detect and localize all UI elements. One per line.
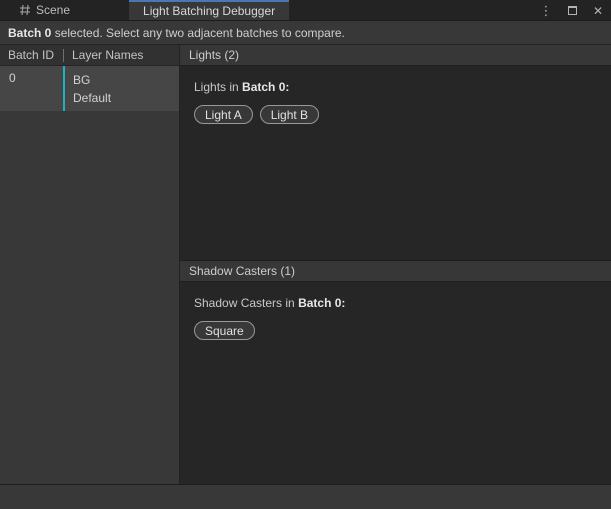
batch-id-cell: 0 [0,66,63,111]
light-chip[interactable]: Light B [260,105,319,124]
layer-names-cell: BG Default [65,66,111,111]
lights-chip-row: Light A Light B [194,105,597,124]
batch-list-panel: Batch ID Layer Names 0 BG Default [0,45,180,484]
main-area: Batch ID Layer Names 0 BG Default Lights… [0,45,611,484]
shadow-casters-section: Shadow Casters (1) Shadow Casters in Bat… [180,260,611,484]
lights-label-prefix: Lights in [194,80,242,94]
shadow-casters-in-batch-label: Shadow Casters in Batch 0: [194,296,597,310]
menu-icon[interactable]: ⋮ [539,4,553,18]
status-hint: selected. Select any two adjacent batche… [51,26,345,40]
shadow-label-batch: Batch 0: [298,296,345,310]
tab-scene-label: Scene [36,3,70,17]
close-icon[interactable]: ✕ [591,4,605,18]
batch-row-selected[interactable]: 0 BG Default [0,66,179,111]
lights-section-header: Lights (2) [180,45,611,66]
layer-name: Default [73,89,111,107]
column-divider [63,49,64,62]
batch-table-header: Batch ID Layer Names [0,45,179,66]
lights-header-label: Lights (2) [189,48,239,62]
lights-section-body: Lights in Batch 0: Light A Light B [180,66,611,124]
batch-details-panel: Lights (2) Lights in Batch 0: Light A Li… [180,45,611,484]
tab-light-batching-debugger[interactable]: Light Batching Debugger [129,0,289,20]
shadow-caster-chip[interactable]: Square [194,321,255,340]
bottom-bar [0,484,611,509]
unity-editor-window: Scene Light Batching Debugger ⋮ ✕ Batch … [0,0,611,509]
tab-debugger-label: Light Batching Debugger [143,4,275,18]
lights-section: Lights (2) Lights in Batch 0: Light A Li… [180,45,611,260]
maximize-glyph [568,6,577,15]
scene-grid-icon [19,4,31,16]
status-bar: Batch 0 selected. Select any two adjacen… [0,21,611,45]
layer-name: BG [73,71,111,89]
light-chip[interactable]: Light A [194,105,253,124]
tab-bar: Scene Light Batching Debugger ⋮ ✕ [0,0,611,21]
lights-label-batch: Batch 0: [242,80,289,94]
status-text: Batch 0 selected. Select any two adjacen… [8,26,345,40]
shadow-casters-header-label: Shadow Casters (1) [189,264,295,278]
maximize-icon[interactable] [565,4,579,18]
window-controls: ⋮ ✕ [539,0,605,21]
tab-scene[interactable]: Scene [8,0,81,20]
shadow-casters-chip-row: Square [194,321,597,340]
shadow-label-prefix: Shadow Casters in [194,296,298,310]
lights-in-batch-label: Lights in Batch 0: [194,80,597,94]
status-selected-batch: Batch 0 [8,26,51,40]
column-layer-names: Layer Names [72,48,143,62]
shadow-casters-section-header: Shadow Casters (1) [180,261,611,282]
shadow-casters-section-body: Shadow Casters in Batch 0: Square [180,282,611,340]
column-batch-id: Batch ID [0,48,63,62]
